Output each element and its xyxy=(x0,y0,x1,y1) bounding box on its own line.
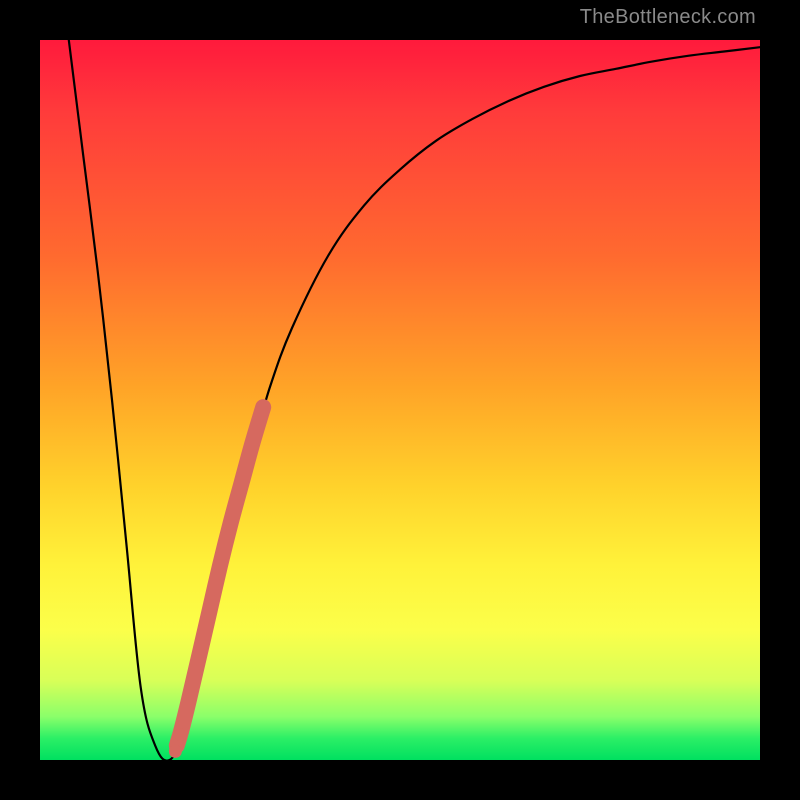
highlight-dot xyxy=(174,728,187,741)
plot-area xyxy=(40,40,760,760)
watermark-text: TheBottleneck.com xyxy=(580,6,756,29)
highlight-line xyxy=(177,407,263,745)
highlight-segment xyxy=(169,407,263,758)
highlight-dot xyxy=(169,745,182,758)
bottleneck-curve xyxy=(69,40,760,761)
chart-frame: TheBottleneck.com xyxy=(0,0,800,800)
curve-svg xyxy=(40,40,760,760)
